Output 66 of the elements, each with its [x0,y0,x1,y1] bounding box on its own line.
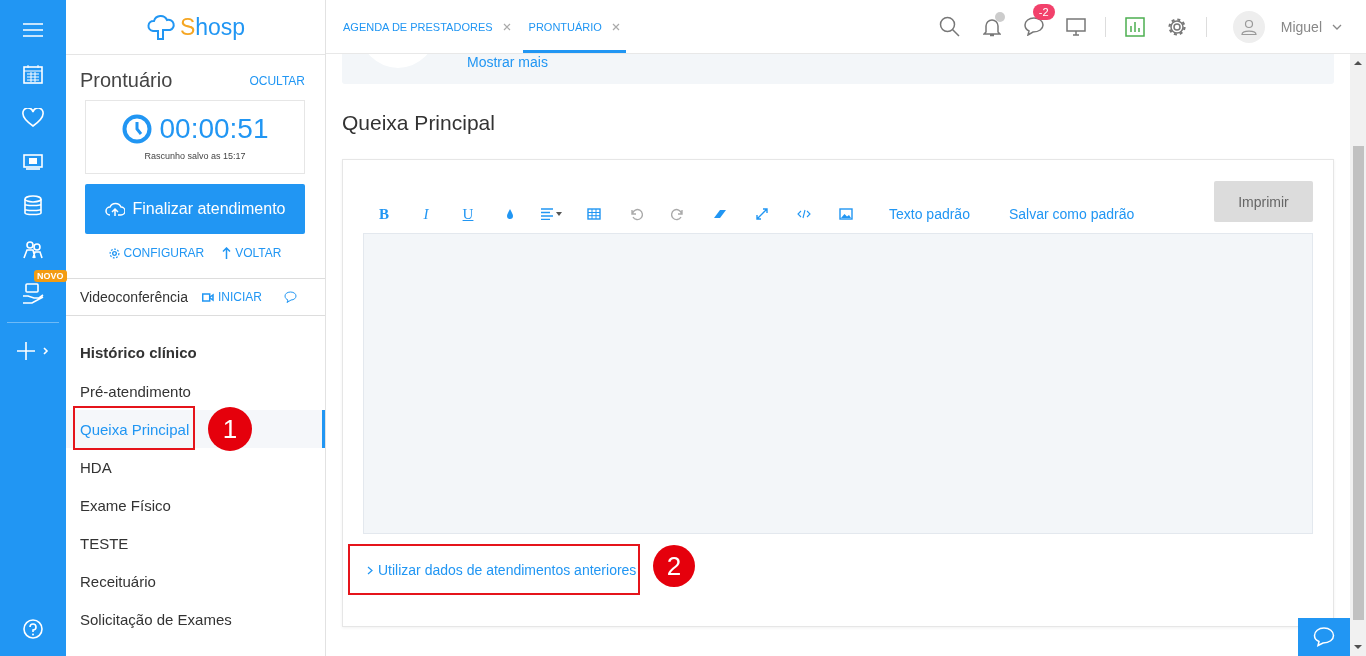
close-icon[interactable] [611,22,620,31]
align-icon [541,208,563,220]
hand-chat-icon[interactable] [22,283,44,305]
chat-icon[interactable] [283,291,297,303]
menu-icon[interactable] [23,23,43,37]
cloud-upload-icon [104,201,125,217]
caret-icon [1332,23,1342,30]
notification-dot [994,11,1005,22]
back-link[interactable]: VOLTAR [222,244,282,262]
video-label: Videoconferência [80,289,188,305]
nav-item[interactable]: HDA [66,448,325,486]
money-icon[interactable] [23,154,43,170]
step-marker: 1 [208,407,252,451]
format-button[interactable]: U [447,203,489,225]
toolbar-link[interactable]: Salvar como padrão [1008,206,1135,222]
new-badge: NOVO [34,270,67,282]
close-icon[interactable] [502,22,511,31]
chat-icon[interactable] [1023,17,1044,36]
chat-icon [1313,627,1335,647]
nav-item[interactable]: TESTE [66,524,325,562]
people-icon[interactable] [22,240,44,260]
bell-icon[interactable] [982,16,1001,37]
hide-link[interactable]: OCULTAR [249,73,305,88]
avatar[interactable] [1232,10,1265,43]
start-video-link[interactable]: INICIAR [201,290,262,304]
section-title: Queixa Principal [342,111,496,136]
cloud-logo-icon [145,13,176,41]
format-button[interactable]: I [405,203,447,225]
show-more-link[interactable]: Mostrar mais [467,54,548,70]
count-badge: -2 [1032,4,1055,20]
step-marker: 2 [653,545,695,587]
calendar-icon[interactable] [23,64,43,84]
nav-item[interactable]: Receituário [66,562,325,600]
database-icon[interactable] [23,195,43,217]
section-header: Histórico clínico [79,344,198,363]
user-menu[interactable]: Miguel [1280,18,1342,35]
brand-name: Shosp [179,13,246,41]
draft-note: Rascunho salvo as 15:17 [144,151,246,161]
panel-title: Prontuário [80,69,173,92]
toolbar-link[interactable]: Texto padrão [889,206,970,222]
previous-data-link[interactable]: Utilizar dados de atendimentos anteriores [367,562,637,578]
bar-chart-icon[interactable] [1124,16,1145,37]
settings-icon[interactable] [1166,16,1187,37]
nav-item[interactable]: Solicitação de Exames [66,600,325,638]
add-icon[interactable] [16,341,50,361]
nav-item[interactable]: Exame Físico [66,486,325,524]
scrollbar[interactable] [1350,54,1366,656]
arrow-down-icon[interactable] [1354,644,1362,650]
gear-icon [108,247,120,259]
configure-link[interactable]: CONFIGURAR [108,244,205,262]
finish-button[interactable]: Finalizar atendimento [85,184,305,234]
format-button[interactable]: B [363,203,405,225]
clock-icon [121,114,152,144]
arrow-up-icon[interactable] [1354,60,1362,66]
arrow-up-icon [222,247,232,259]
monitor-icon[interactable] [1065,17,1086,36]
timer-value: 00:00:51 [159,113,269,145]
nav-item[interactable]: Pré-atendimento [66,372,325,410]
tab[interactable]: AGENDA DE PRESTADORES [343,0,517,53]
search-icon[interactable] [939,16,961,37]
print-button[interactable]: Imprimir [1214,181,1313,222]
heart-icon[interactable] [22,108,44,128]
camera-icon [201,292,214,302]
chevron-icon [367,565,373,575]
help-icon[interactable] [23,619,43,639]
user-icon [1240,18,1257,35]
